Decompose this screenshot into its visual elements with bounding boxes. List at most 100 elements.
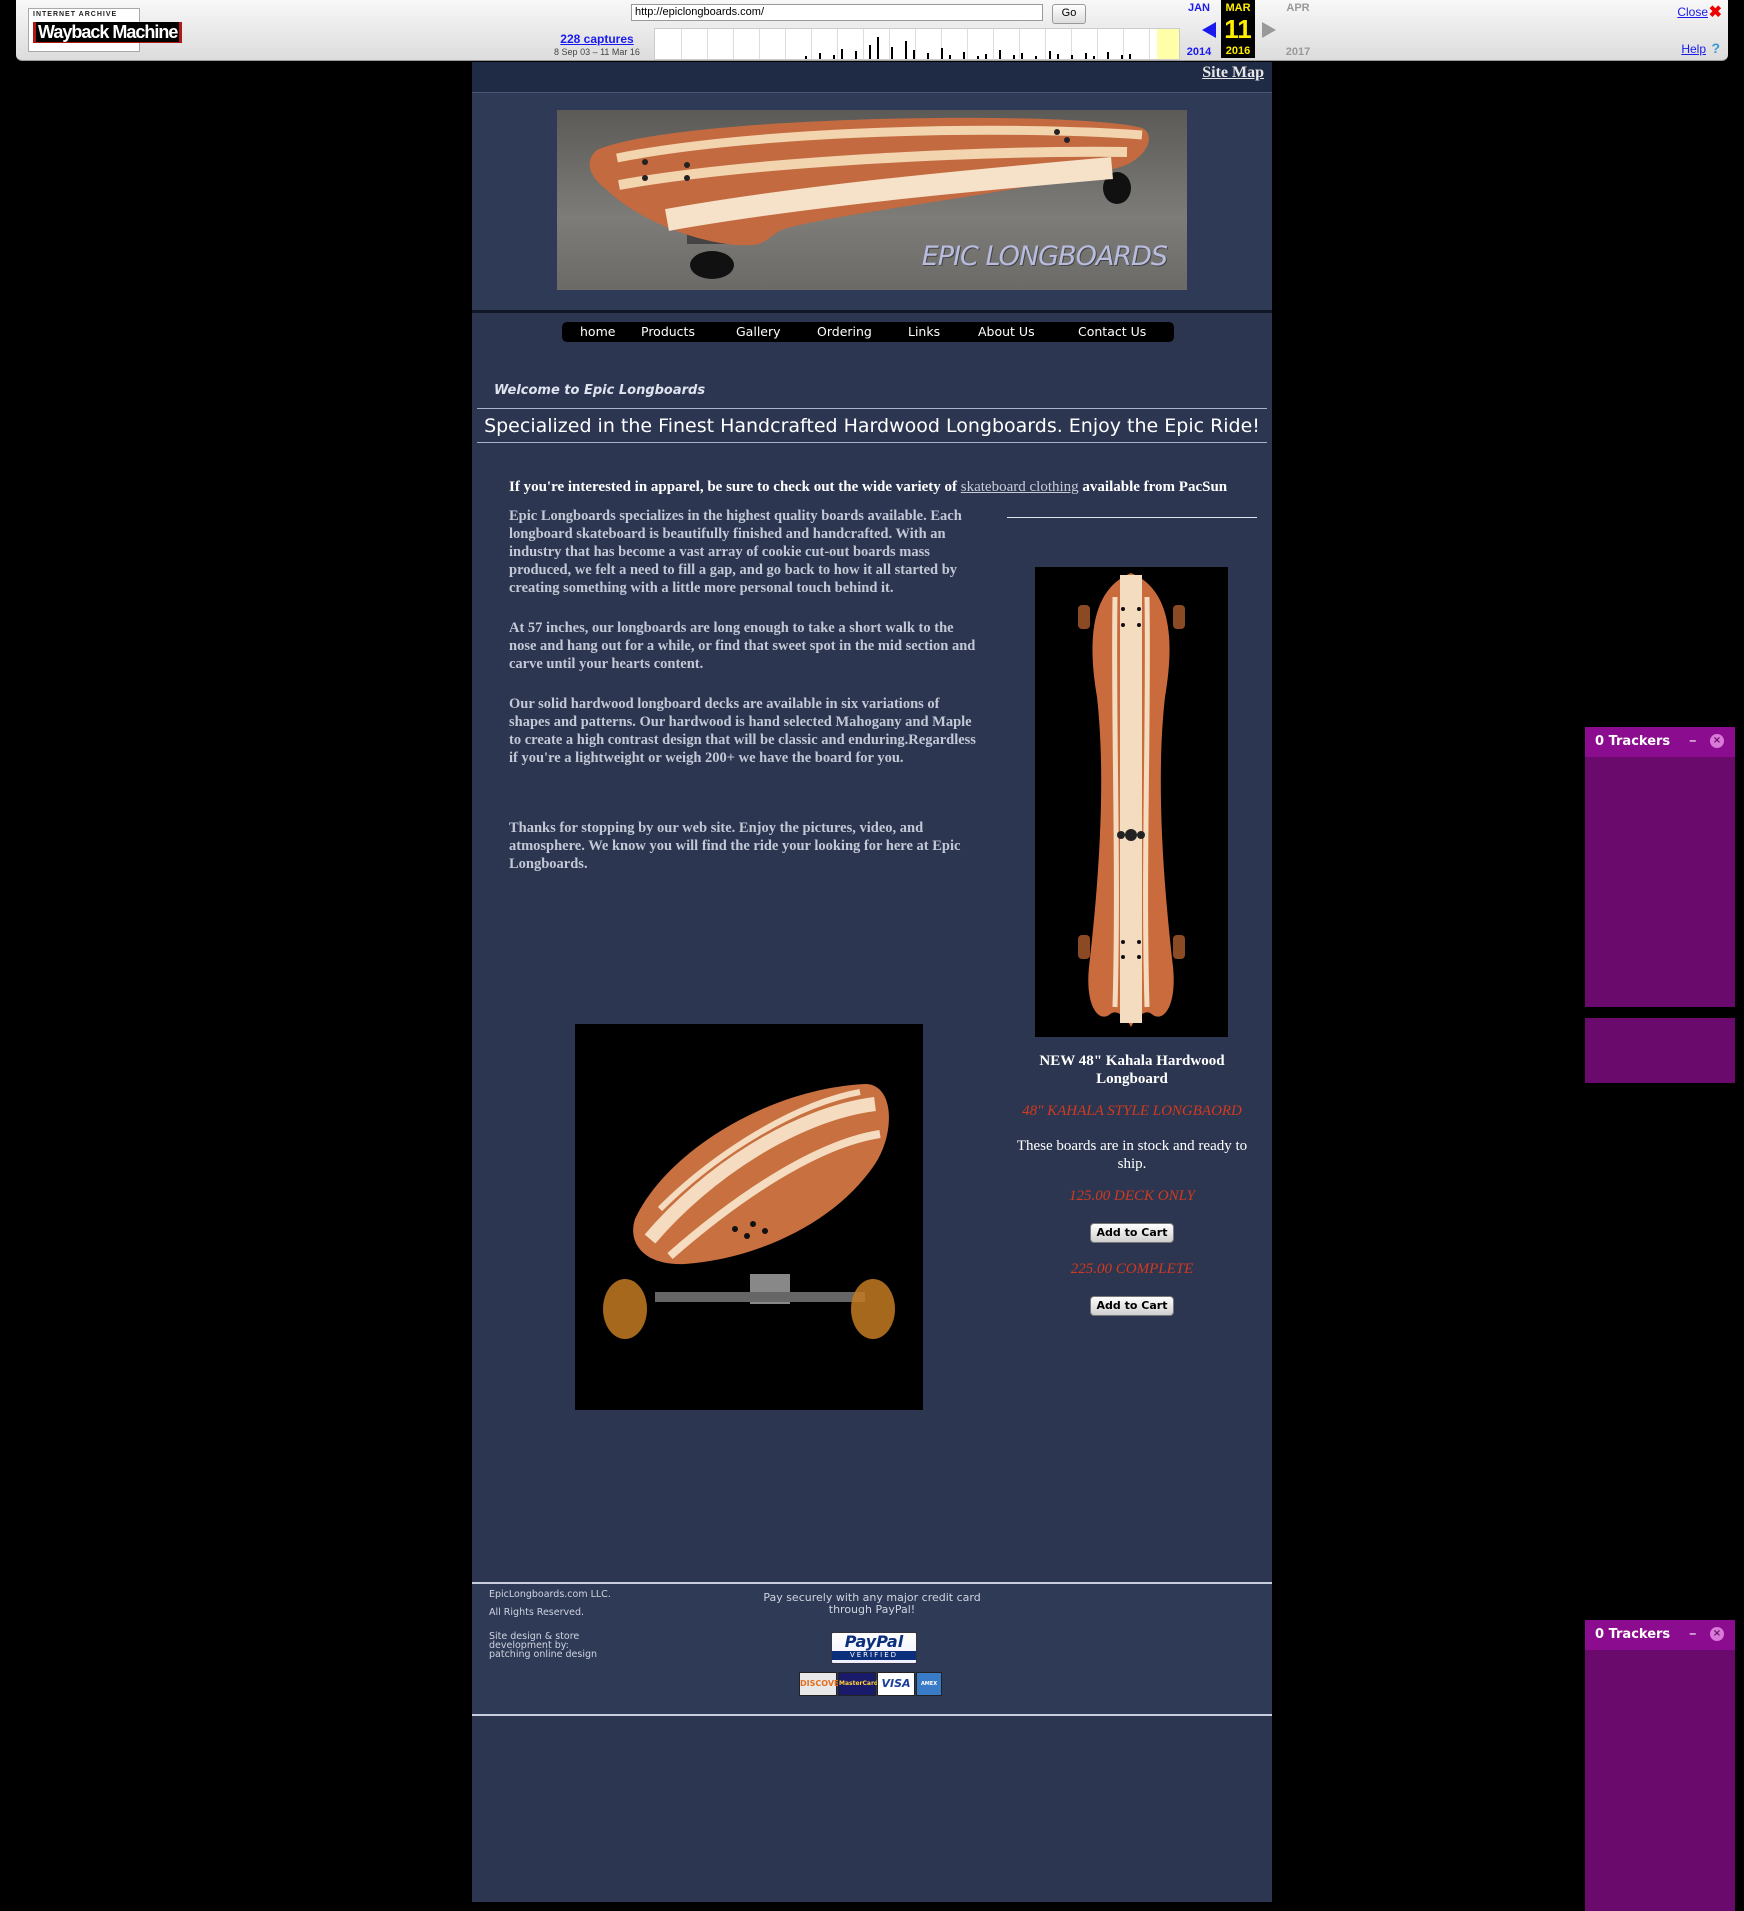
capture-bar (1013, 55, 1015, 59)
skateboard-clothing-link[interactable]: skateboard clothing (961, 479, 1079, 495)
year-column (1123, 29, 1124, 59)
captures-info: 228 captures 8 Sep 03 – 11 Mar 16 (546, 32, 648, 57)
capture-bar (999, 50, 1001, 59)
nav-products[interactable]: Products (641, 324, 695, 339)
product-stock: These boards are in stock and ready to s… (1016, 1138, 1248, 1172)
mastercard-icon: MasterCard (838, 1672, 878, 1696)
capture-bar (1085, 53, 1087, 59)
price-complete: 225.00 COMPLETE (1070, 1261, 1194, 1277)
paragraph-1: Epic Longboards specializes in the highe… (509, 508, 962, 596)
banner-area: EPIC LONGBOARDS (472, 94, 1272, 313)
trackers-title: 0 Trackers (1595, 1627, 1671, 1642)
capture-bar (833, 55, 835, 59)
wayback-help-link[interactable]: Help (1681, 42, 1706, 56)
logo-top-text: INTERNET ARCHIVE (33, 11, 118, 18)
capture-bar (985, 54, 987, 59)
nav-gallery[interactable]: Gallery (736, 324, 781, 339)
prev-month-link[interactable]: JAN (1179, 2, 1219, 14)
capture-bar (1129, 54, 1131, 59)
paragraph-4: Thanks for stopping by our web site. Enj… (509, 820, 961, 872)
capture-bar (805, 56, 807, 59)
capture-bar (841, 49, 843, 59)
minimize-icon[interactable]: – (1689, 1624, 1697, 1642)
capture-bar (913, 50, 915, 59)
footer: EpicLongboards.com LLC. All Rights Reser… (472, 1582, 1272, 1716)
capture-bar (1057, 54, 1059, 59)
current-year-highlight (1157, 29, 1179, 59)
site-container: Site Map EPIC LONGBOARDS home Products G… (472, 62, 1272, 1902)
year-column (707, 29, 708, 59)
tagline: Specialized in the Finest Handcrafted Ha… (484, 415, 1260, 437)
capture-bar (819, 53, 821, 59)
capture-bar (1093, 56, 1095, 59)
nav-about-us[interactable]: About Us (978, 324, 1035, 339)
nav-contact-us[interactable]: Contact Us (1078, 324, 1146, 339)
product-title: NEW 48" Kahala Hardwood Longboard (1039, 1053, 1225, 1087)
wayback-close-link[interactable]: Close (1677, 5, 1708, 19)
minimize-icon[interactable]: – (1689, 731, 1697, 749)
capture-bar (963, 52, 965, 59)
add-to-cart-deck-button[interactable]: Add to Cart (1090, 1223, 1174, 1243)
footer-company: EpicLongboards.com LLC. (489, 1589, 611, 1600)
nav-ordering[interactable]: Ordering (817, 324, 872, 339)
footer-rights: All Rights Reserved. (489, 1607, 585, 1618)
year-column (889, 29, 890, 59)
help-icon[interactable]: ? (1711, 40, 1720, 56)
close-icon[interactable]: × (1710, 734, 1724, 748)
year-column (993, 29, 994, 59)
capture-sparkline[interactable] (654, 28, 1180, 60)
next-capture-arrow-icon (1262, 22, 1276, 38)
next-year-label: 2017 (1285, 46, 1311, 58)
main-nav: home Products Gallery Ordering Links Abo… (562, 322, 1174, 342)
visa-card-icon: VISA (877, 1672, 915, 1696)
longboard-photo-graphic (603, 1084, 895, 1339)
prev-capture-arrow-icon[interactable] (1202, 22, 1216, 38)
capture-bar (1107, 52, 1109, 59)
price-deck-only: 125.00 DECK ONLY (1069, 1188, 1195, 1204)
year-column (837, 29, 838, 59)
prev-year-link[interactable]: 2014 (1179, 46, 1219, 58)
year-column (915, 29, 916, 59)
year-column (681, 29, 682, 59)
paragraph-3: Our solid hardwood longboard decks are a… (509, 696, 976, 766)
intro-text: Epic Longboards specializes in the highe… (509, 507, 979, 895)
capture-bar (869, 45, 871, 59)
close-icon[interactable]: ✖ (1709, 2, 1722, 22)
year-column (811, 29, 812, 59)
capture-bar (855, 51, 857, 59)
capture-bar (977, 56, 979, 59)
capture-bar (1021, 53, 1023, 59)
capture-bar (1035, 56, 1037, 59)
amex-card-icon: AMEX (916, 1672, 942, 1696)
wayback-logo[interactable]: INTERNET ARCHIVE Wayback Machine (28, 8, 183, 52)
capture-bar (877, 37, 879, 59)
trackers-header: 0 Trackers – × (1585, 1620, 1735, 1650)
year-column (785, 29, 786, 59)
nav-links[interactable]: Links (908, 324, 940, 339)
year-column (1019, 29, 1020, 59)
footer-credit-3[interactable]: patching online design (489, 1650, 597, 1660)
captures-link[interactable]: 228 captures (546, 32, 648, 46)
welcome-heading: Welcome to Epic Longboards (494, 383, 706, 398)
site-topbar: Site Map (472, 62, 1272, 93)
capture-bar (1121, 55, 1123, 59)
wayback-url-input[interactable]: http://epiclongboards.com/ (631, 4, 1043, 21)
current-month: MAR (1225, 2, 1251, 14)
wayback-go-button[interactable]: Go (1052, 4, 1086, 24)
capture-bar (949, 55, 951, 59)
close-icon[interactable]: × (1710, 1627, 1724, 1641)
year-column (1149, 29, 1150, 59)
year-column (1045, 29, 1046, 59)
banner-title: EPIC LONGBOARDS (921, 241, 1168, 272)
paypal-verified-badge[interactable]: PayPal VERIFIED (831, 1632, 917, 1664)
nav-home[interactable]: home (580, 324, 615, 339)
current-year: 2016 (1225, 45, 1251, 57)
sitemap-link[interactable]: Site Map (1202, 64, 1264, 82)
capture-bar (891, 47, 893, 59)
capture-bar (927, 53, 929, 59)
trackers-panel-top: 0 Trackers – × (1585, 727, 1735, 1007)
capture-bar (1049, 51, 1051, 59)
add-to-cart-complete-button[interactable]: Add to Cart (1090, 1296, 1174, 1316)
trackers-panel-bottom: 0 Trackers – × (1585, 1620, 1735, 1911)
banner-image: EPIC LONGBOARDS (557, 110, 1187, 290)
